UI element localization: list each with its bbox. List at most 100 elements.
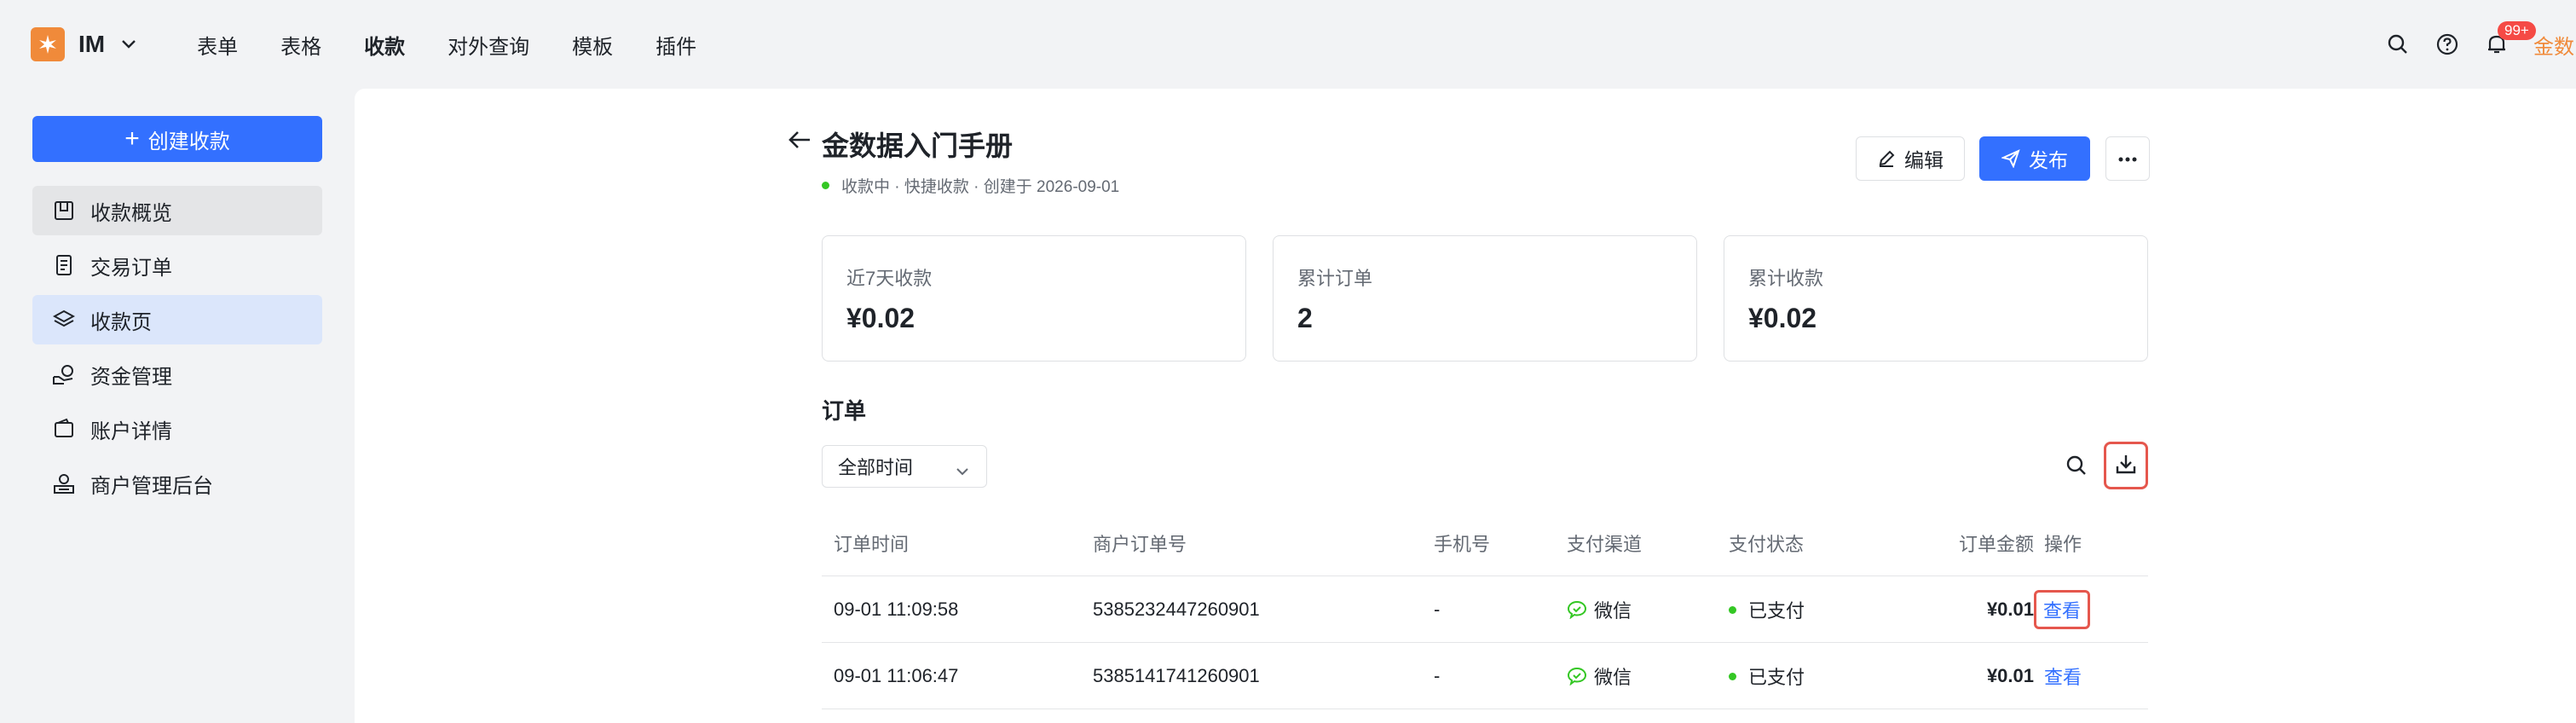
create-payment-label: 创建收款 (147, 130, 230, 153)
nav-forms[interactable]: 表单 (197, 30, 238, 60)
cell-phone: - (1434, 599, 1441, 620)
sidebar-item-payment-page[interactable]: 收款页 (32, 295, 322, 344)
layers-icon (51, 307, 77, 333)
top-nav: 表单 表格 收款 对外查询 模板 插件 (197, 30, 739, 60)
nav-templates[interactable]: 模板 (572, 30, 613, 60)
wechat-icon (1567, 600, 1587, 619)
app-logo (31, 27, 65, 61)
cell-order-time: 09-01 11:09:58 (834, 599, 959, 620)
edit-label: 编辑 (1904, 149, 1944, 171)
cell-status: 已支付 (1729, 576, 1805, 643)
wallet-icon (51, 416, 77, 442)
sidebar-item-label: 收款页 (90, 310, 152, 334)
publish-label: 发布 (2029, 149, 2068, 171)
header-phone: 手机号 (1434, 534, 1491, 555)
sidebar-item-orders[interactable]: 交易订单 (32, 240, 322, 290)
panel-icon (51, 198, 77, 223)
stat-value: ¥0.02 (846, 303, 915, 333)
help-icon[interactable] (2434, 32, 2460, 57)
header-channel: 支付渠道 (1567, 534, 1643, 555)
sidebar-item-label: 商户管理后台 (90, 474, 213, 498)
stat-label: 累计收款 (1748, 268, 1824, 289)
cell-op: 查看 (2034, 576, 2091, 643)
status-label: 已支付 (1748, 600, 1805, 622)
notification-badge: 99+ (2498, 21, 2536, 40)
sidebar: + 创建收款 收款概览 交易订单 收款页 资金管理 账户详情 商户管理后台 (0, 89, 355, 723)
stat-card-total-revenue: 累计收款 ¥0.02 (1724, 235, 2148, 362)
sidebar-item-label: 交易订单 (90, 256, 172, 280)
sidebar-item-account[interactable]: 账户详情 (32, 404, 322, 454)
top-actions: 99+ 金数 (2385, 0, 2576, 89)
table-row: 09-01 11:06:47 5385141741260901 - 微信 已支付… (822, 643, 2148, 709)
table-row: 09-01 11:09:58 5385232447260901 - 微信 已支付… (822, 576, 2148, 643)
orders-title: 订单 (822, 398, 867, 424)
cell-op: 查看 (2044, 643, 2082, 709)
download-button[interactable] (2104, 442, 2148, 489)
status-dot (1729, 672, 1736, 680)
stat-card-total-orders: 累计订单 2 (1273, 235, 1697, 362)
edit-button[interactable]: 编辑 (1856, 136, 1965, 181)
workspace-name: IM (78, 31, 106, 57)
workspace-switcher[interactable]: IM (31, 27, 137, 61)
header-order-no: 商户订单号 (1093, 534, 1187, 555)
send-icon (2001, 149, 2020, 168)
cell-amount: ¥0.01 (1986, 599, 2034, 620)
sidebar-item-label: 账户详情 (90, 419, 172, 443)
nav-payments[interactable]: 收款 (364, 30, 405, 60)
sidebar-list: 收款概览 交易订单 收款页 资金管理 账户详情 商户管理后台 (32, 186, 322, 513)
sidebar-item-label: 资金管理 (90, 365, 172, 389)
stat-value: 2 (1297, 303, 1313, 333)
back-arrow-icon[interactable] (788, 128, 813, 156)
main-content: 金数据入门手册 收款中 · 快捷收款 · 创建于 2026-09-01 编辑 发… (355, 89, 2576, 723)
receipt-icon (51, 252, 77, 278)
sidebar-item-funds[interactable]: 资金管理 (32, 350, 322, 399)
nav-external-query[interactable]: 对外查询 (448, 30, 529, 60)
cell-order-no: 5385141741260901 (1093, 665, 1260, 686)
page-title: 金数据入门手册 (822, 130, 1014, 161)
chevron-down-icon (120, 38, 137, 50)
page-subtitle: 收款中 · 快捷收款 · 创建于 2026-09-01 (822, 174, 1119, 197)
status-dot (1729, 605, 1736, 614)
view-link[interactable]: 查看 (2044, 662, 2082, 690)
download-icon (2115, 453, 2137, 479)
stat-label: 近7天收款 (846, 268, 933, 289)
sidebar-item-merchant-admin[interactable]: 商户管理后台 (32, 459, 322, 508)
header-op: 操作 (2044, 534, 2082, 555)
nav-tables[interactable]: 表格 (280, 30, 321, 60)
cell-amount: ¥0.01 (1986, 665, 2034, 686)
wechat-icon (1567, 667, 1587, 685)
chevron-down-icon (956, 460, 969, 482)
more-button[interactable] (2105, 136, 2150, 181)
cell-channel: 微信 (1567, 643, 1632, 709)
cell-phone: - (1434, 665, 1441, 686)
sidebar-item-label: 收款概览 (90, 201, 172, 225)
search-icon[interactable] (2385, 32, 2411, 57)
search-icon[interactable] (2065, 454, 2088, 482)
plus-icon: + (124, 124, 140, 153)
publish-button[interactable]: 发布 (1979, 136, 2090, 181)
cell-order-time: 09-01 11:06:47 (834, 665, 959, 686)
merchant-icon (51, 471, 77, 496)
avatar[interactable]: 金数 (2533, 19, 2576, 70)
cell-channel: 微信 (1567, 576, 1632, 643)
cell-order-no: 5385232447260901 (1093, 599, 1260, 620)
top-bar: IM 表单 表格 收款 对外查询 模板 插件 99+ 金数 (0, 0, 2576, 89)
more-dots-icon (2118, 151, 2137, 166)
status-label: 已支付 (1748, 667, 1805, 688)
nav-plugins[interactable]: 插件 (656, 30, 696, 60)
header-amount: 订单金额 (1958, 534, 2034, 555)
status-dot (822, 182, 829, 189)
stat-value: ¥0.02 (1748, 303, 1817, 333)
create-payment-button[interactable]: + 创建收款 (32, 116, 322, 162)
cell-status: 已支付 (1729, 643, 1805, 709)
sidebar-item-overview[interactable]: 收款概览 (32, 186, 322, 235)
stat-label: 累计订单 (1297, 268, 1373, 289)
pencil-icon (1877, 149, 1896, 168)
table-header: 订单时间 商户订单号 手机号 支付渠道 支付状态 订单金额 操作 (822, 510, 2148, 576)
channel-label: 微信 (1594, 600, 1632, 622)
time-filter-select[interactable]: 全部时间 (822, 445, 987, 488)
bell-icon[interactable]: 99+ (2484, 21, 2536, 57)
view-link[interactable]: 查看 (2034, 590, 2091, 629)
page-meta: 收款中 · 快捷收款 · 创建于 2026-09-01 (841, 178, 1120, 196)
time-filter-value: 全部时间 (838, 457, 914, 478)
